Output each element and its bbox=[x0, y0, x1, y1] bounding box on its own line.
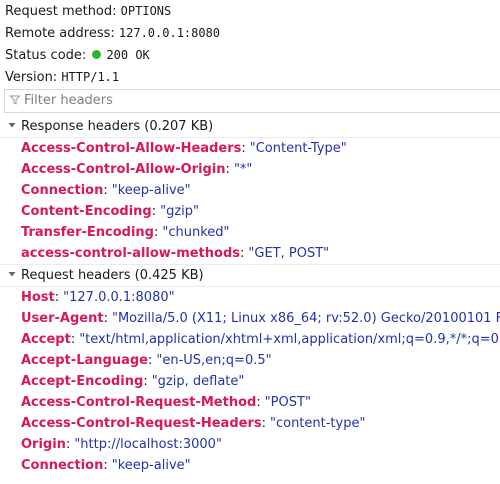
header-value: "en-US,en;q=0.5" bbox=[156, 353, 272, 368]
request-headers-title: Request headers (0.425 KB) bbox=[21, 268, 204, 283]
response-headers-toggle[interactable]: Response headers (0.207 KB) bbox=[0, 116, 500, 138]
expanded-triangle-icon bbox=[8, 123, 16, 128]
response-headers-list: Access-Control-Allow-Headers: "Content-Ty… bbox=[0, 138, 500, 264]
header-separator: : bbox=[54, 290, 60, 305]
http-version-label: Version: bbox=[5, 70, 58, 85]
header-name: Access-Control-Request-Method bbox=[21, 395, 257, 410]
header-separator: : bbox=[65, 437, 71, 452]
header-value: "keep-alive" bbox=[111, 458, 191, 473]
header-row[interactable]: Origin: "http://localhost:3000" bbox=[0, 434, 500, 455]
header-separator: : bbox=[103, 183, 108, 198]
header-value: "keep-alive" bbox=[111, 183, 191, 198]
header-value: "http://localhost:3000" bbox=[74, 437, 222, 452]
request-headers-toggle[interactable]: Request headers (0.425 KB) bbox=[0, 264, 500, 287]
header-name: Host bbox=[21, 290, 55, 305]
header-name: Connection bbox=[21, 458, 104, 473]
header-name: Access-Control-Allow-Origin bbox=[21, 162, 226, 177]
header-separator: : bbox=[256, 395, 261, 410]
funnel-icon bbox=[9, 95, 21, 105]
header-value: "gzip, deflate" bbox=[151, 374, 245, 389]
header-value: "GET, POST" bbox=[248, 246, 330, 261]
http-version-value: HTTP/1.1 bbox=[61, 70, 120, 84]
filter-headers-placeholder: Filter headers bbox=[24, 93, 113, 108]
request-method-label: Request method: bbox=[5, 4, 117, 19]
header-value: "Mozilla/5.0 (X11; Linux x86_64; rv:52.0… bbox=[111, 311, 500, 326]
header-name: Accept-Encoding bbox=[21, 374, 144, 389]
header-separator: : bbox=[154, 225, 159, 240]
header-row[interactable]: Accept-Language: "en-US,en;q=0.5" bbox=[0, 350, 500, 371]
status-code-label: Status code: bbox=[5, 48, 87, 63]
status-code-row: Status code: 200 OK bbox=[0, 44, 500, 66]
header-row[interactable]: Accept-Encoding: "gzip, deflate" bbox=[0, 371, 500, 392]
header-name: Accept-Language bbox=[21, 353, 148, 368]
header-row[interactable]: Access-Control-Allow-Headers: "Content-Ty… bbox=[0, 138, 500, 159]
header-separator: : bbox=[151, 204, 157, 219]
response-headers-title: Response headers (0.207 KB) bbox=[21, 119, 214, 134]
remote-address-row: Remote address: 127.0.0.1:8080 bbox=[0, 22, 500, 44]
status-code-value: 200 OK bbox=[106, 48, 150, 62]
header-value: "*" bbox=[233, 162, 253, 177]
header-row[interactable]: User-Agent: "Mozilla/5.0 (X11; Linux x86_… bbox=[0, 308, 500, 329]
header-value: "POST" bbox=[264, 395, 311, 410]
header-row[interactable]: Transfer-Encoding: "chunked" bbox=[0, 222, 500, 243]
http-version-row: Version: HTTP/1.1 bbox=[0, 66, 500, 88]
request-headers-list: Host: "127.0.0.1:8080" User-Agent: "Mozilla… bbox=[0, 287, 500, 476]
status-ok-dot-icon bbox=[92, 50, 102, 59]
header-row[interactable]: Connection: "keep-alive" bbox=[0, 455, 500, 476]
header-value: "text/html,application/xhtml+xml,applica… bbox=[79, 332, 500, 347]
remote-address-label: Remote address: bbox=[5, 26, 115, 41]
header-row[interactable]: access-control-allow-methods: "GET, POST" bbox=[0, 243, 500, 264]
header-row[interactable]: Access-Control-Allow-Origin: "*" bbox=[0, 159, 500, 180]
header-value: "Content-Type" bbox=[249, 141, 347, 156]
request-method-value: OPTIONS bbox=[120, 4, 172, 18]
header-separator: : bbox=[103, 458, 108, 473]
expanded-triangle-icon bbox=[8, 272, 16, 277]
header-name: access-control-allow-methods bbox=[21, 246, 241, 261]
header-name: Access-Control-Allow-Headers bbox=[21, 141, 242, 156]
header-separator: : bbox=[70, 332, 76, 347]
header-name: Origin bbox=[21, 437, 66, 452]
header-name: Connection bbox=[21, 183, 104, 198]
request-method-row: Request method: OPTIONS bbox=[0, 0, 500, 22]
header-separator: : bbox=[147, 353, 153, 368]
header-name: Content-Encoding bbox=[21, 204, 152, 219]
header-name: User-Agent bbox=[21, 311, 104, 326]
header-value: "chunked" bbox=[162, 225, 230, 240]
header-name: Access-Control-Request-Headers bbox=[21, 416, 262, 431]
request-summary: Request method: OPTIONS Remote address: … bbox=[0, 0, 500, 88]
header-row[interactable]: Accept: "text/html,application/xhtml+xml,… bbox=[0, 329, 500, 350]
header-value: "gzip" bbox=[160, 204, 200, 219]
header-row[interactable]: Content-Encoding: "gzip" bbox=[0, 201, 500, 222]
header-row[interactable]: Access-Control-Request-Headers: "content-… bbox=[0, 413, 500, 434]
header-row[interactable]: Connection: "keep-alive" bbox=[0, 180, 500, 201]
header-separator: : bbox=[225, 162, 230, 177]
header-name: Accept bbox=[21, 332, 71, 347]
filter-headers-input[interactable]: Filter headers bbox=[4, 89, 500, 113]
header-value: "127.0.0.1:8080" bbox=[63, 290, 175, 305]
header-row[interactable]: Access-Control-Request-Method: "POST" bbox=[0, 392, 500, 413]
header-value: "content-type" bbox=[269, 416, 366, 431]
header-separator: : bbox=[143, 374, 148, 389]
remote-address-value: 127.0.0.1:8080 bbox=[118, 26, 221, 40]
header-separator: : bbox=[241, 141, 246, 156]
header-row[interactable]: Host: "127.0.0.1:8080" bbox=[0, 287, 500, 308]
header-name: Transfer-Encoding bbox=[21, 225, 154, 240]
header-separator: : bbox=[261, 416, 266, 431]
header-separator: : bbox=[103, 311, 108, 326]
header-separator: : bbox=[240, 246, 245, 261]
